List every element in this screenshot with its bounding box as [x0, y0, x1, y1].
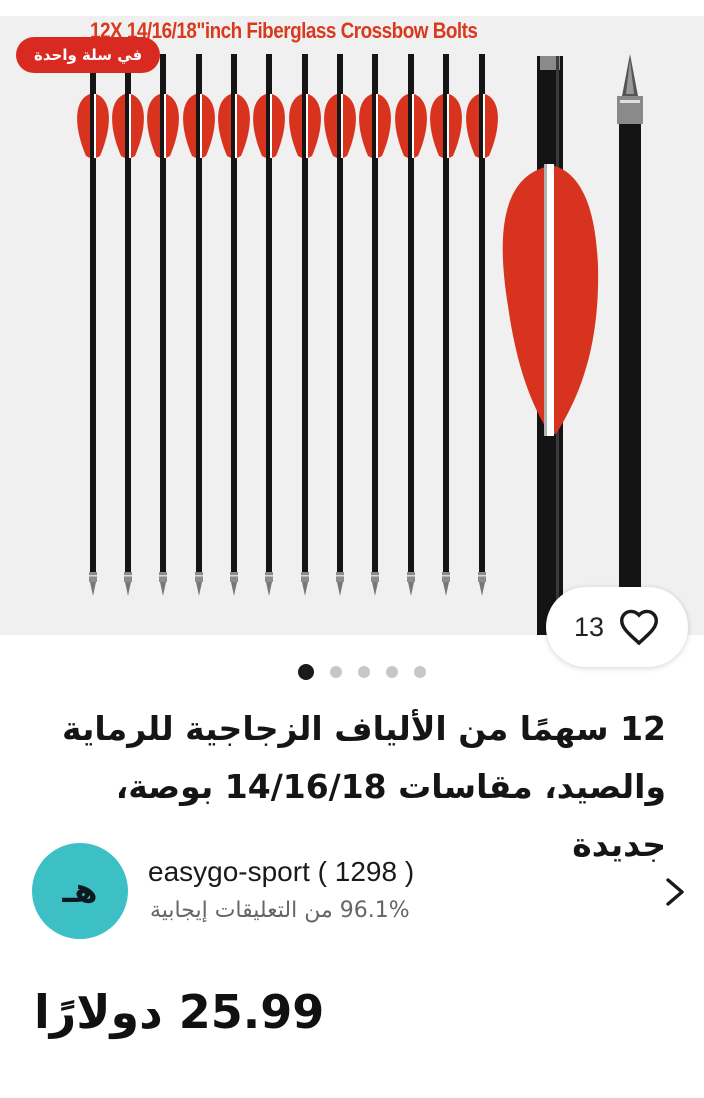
- small-arrow: [359, 54, 391, 596]
- crossbow-bolts-image: [77, 54, 643, 635]
- next-section-peek: [34, 1082, 674, 1098]
- small-arrow: [183, 54, 215, 596]
- carousel-dot[interactable]: [414, 666, 426, 678]
- product-image[interactable]: 12X 14/16/18"inch Fiberglass Crossbow Bo…: [0, 16, 704, 635]
- small-arrow: [395, 54, 427, 596]
- carousel-dot[interactable]: [330, 666, 342, 678]
- seller-name-link[interactable]: easygo-sport ( 1298 ): [148, 856, 414, 888]
- small-arrow: [112, 54, 144, 596]
- small-arrow: [289, 54, 321, 596]
- product-title: 12 سهمًا من الألياف الزجاجية للرماية وال…: [61, 709, 666, 864]
- small-arrow: [77, 54, 109, 596]
- small-arrow: [324, 54, 356, 596]
- carousel-dot[interactable]: [298, 664, 314, 680]
- small-arrow: [253, 54, 285, 596]
- seller-rating-count: ( 1298 ): [317, 856, 415, 887]
- small-arrow: [430, 54, 462, 596]
- price: 25.99 دولارًا: [34, 985, 324, 1039]
- heart-outline-icon: [620, 609, 659, 646]
- one-cart-badge: في سلة واحدة: [16, 37, 161, 73]
- small-arrow: [218, 54, 250, 596]
- large-arrow: [502, 56, 599, 635]
- carousel-indicator: [298, 664, 426, 680]
- carousel-dot[interactable]: [358, 666, 370, 678]
- large-arrow-tip: [617, 54, 643, 616]
- like-button[interactable]: 13: [546, 587, 688, 667]
- price-currency: دولارًا: [34, 985, 163, 1039]
- small-arrow: [466, 54, 498, 596]
- seller-name: easygo-sport: [148, 856, 310, 887]
- like-count: 13: [573, 611, 605, 642]
- seller-avatar[interactable]: هـ: [32, 843, 128, 939]
- chevron-right-icon[interactable]: [660, 874, 690, 910]
- small-arrow: [147, 54, 179, 596]
- carousel-dot[interactable]: [386, 666, 398, 678]
- seller-feedback: 96.1% من التعليقات إيجابية: [150, 898, 410, 923]
- price-amount: 25.99: [178, 985, 325, 1039]
